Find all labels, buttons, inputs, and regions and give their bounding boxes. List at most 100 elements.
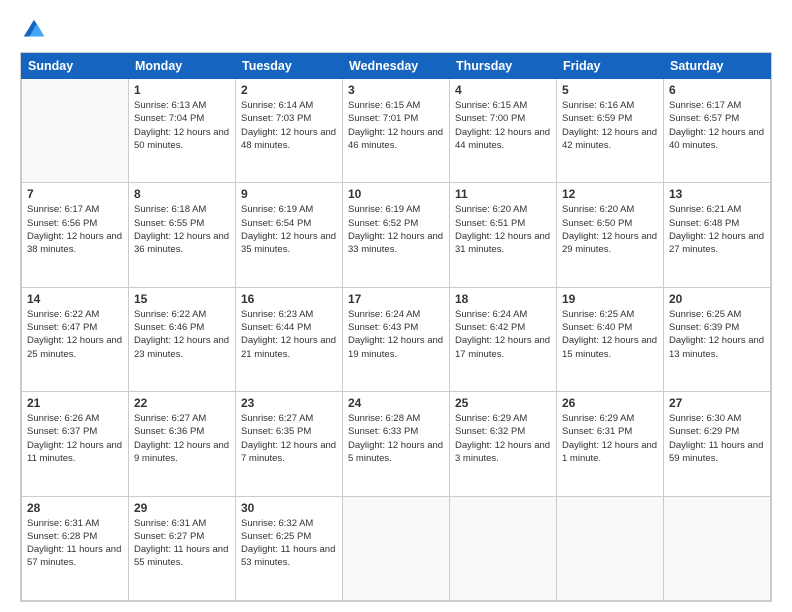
day-info: Sunrise: 6:30 AMSunset: 6:29 PMDaylight:… (669, 412, 765, 465)
day-number: 8 (134, 187, 230, 201)
header (20, 16, 772, 44)
day-info: Sunrise: 6:29 AMSunset: 6:31 PMDaylight:… (562, 412, 658, 465)
day-info: Sunrise: 6:19 AMSunset: 6:54 PMDaylight:… (241, 203, 337, 256)
day-info: Sunrise: 6:15 AMSunset: 7:01 PMDaylight:… (348, 99, 444, 152)
day-info: Sunrise: 6:21 AMSunset: 6:48 PMDaylight:… (669, 203, 765, 256)
calendar-cell: 21 Sunrise: 6:26 AMSunset: 6:37 PMDayligh… (22, 392, 129, 496)
day-number: 20 (669, 292, 765, 306)
day-info: Sunrise: 6:25 AMSunset: 6:40 PMDaylight:… (562, 308, 658, 361)
calendar-cell: 11 Sunrise: 6:20 AMSunset: 6:51 PMDayligh… (450, 183, 557, 287)
calendar-cell (343, 496, 450, 600)
calendar-week-1: 1Sunrise: 6:13 AMSunset: 7:04 PMDaylight… (22, 79, 771, 183)
day-info: Sunrise: 6:17 AMSunset: 6:56 PMDaylight:… (27, 203, 123, 256)
calendar-cell: 3 Sunrise: 6:15 AMSunset: 7:01 PMDaylight… (343, 79, 450, 183)
day-number: 26 (562, 396, 658, 410)
day-info: Sunrise: 6:32 AMSunset: 6:25 PMDaylight:… (241, 517, 337, 570)
calendar-cell: 22 Sunrise: 6:27 AMSunset: 6:36 PMDayligh… (129, 392, 236, 496)
day-info: Sunrise: 6:25 AMSunset: 6:39 PMDaylight:… (669, 308, 765, 361)
day-info: Sunrise: 6:20 AMSunset: 6:50 PMDaylight:… (562, 203, 658, 256)
calendar-header-wednesday: Wednesday (343, 54, 450, 79)
calendar-cell: 5 Sunrise: 6:16 AMSunset: 6:59 PMDaylight… (557, 79, 664, 183)
calendar-week-5: 28 Sunrise: 6:31 AMSunset: 6:28 PMDayligh… (22, 496, 771, 600)
day-number: 18 (455, 292, 551, 306)
day-number: 3 (348, 83, 444, 97)
calendar-cell: 29Sunrise: 6:31 AMSunset: 6:27 PMDayligh… (129, 496, 236, 600)
day-info: Sunrise: 6:18 AMSunset: 6:55 PMDaylight:… (134, 203, 230, 256)
day-number: 4 (455, 83, 551, 97)
day-info: Sunrise: 6:31 AMSunset: 6:27 PMDaylight:… (134, 517, 230, 570)
logo-icon (20, 16, 48, 44)
day-info: Sunrise: 6:16 AMSunset: 6:59 PMDaylight:… (562, 99, 658, 152)
calendar-header-friday: Friday (557, 54, 664, 79)
calendar-week-2: 7 Sunrise: 6:17 AMSunset: 6:56 PMDaylight… (22, 183, 771, 287)
calendar-cell: 18 Sunrise: 6:24 AMSunset: 6:42 PMDayligh… (450, 287, 557, 391)
calendar-cell (450, 496, 557, 600)
calendar-cell: 24 Sunrise: 6:28 AMSunset: 6:33 PMDayligh… (343, 392, 450, 496)
day-info: Sunrise: 6:23 AMSunset: 6:44 PMDaylight:… (241, 308, 337, 361)
calendar-week-3: 14 Sunrise: 6:22 AMSunset: 6:47 PMDayligh… (22, 287, 771, 391)
day-info: Sunrise: 6:24 AMSunset: 6:42 PMDaylight:… (455, 308, 551, 361)
calendar-cell: 27 Sunrise: 6:30 AMSunset: 6:29 PMDayligh… (664, 392, 771, 496)
calendar-cell: 4 Sunrise: 6:15 AMSunset: 7:00 PMDaylight… (450, 79, 557, 183)
calendar-cell: 9 Sunrise: 6:19 AMSunset: 6:54 PMDaylight… (236, 183, 343, 287)
day-info: Sunrise: 6:19 AMSunset: 6:52 PMDaylight:… (348, 203, 444, 256)
day-number: 19 (562, 292, 658, 306)
page: SundayMondayTuesdayWednesdayThursdayFrid… (0, 0, 792, 612)
calendar-cell: 10 Sunrise: 6:19 AMSunset: 6:52 PMDayligh… (343, 183, 450, 287)
calendar-cell: 13 Sunrise: 6:21 AMSunset: 6:48 PMDayligh… (664, 183, 771, 287)
calendar-cell: 14 Sunrise: 6:22 AMSunset: 6:47 PMDayligh… (22, 287, 129, 391)
calendar-header-sunday: Sunday (22, 54, 129, 79)
calendar-cell: 8 Sunrise: 6:18 AMSunset: 6:55 PMDaylight… (129, 183, 236, 287)
day-number: 15 (134, 292, 230, 306)
day-info: Sunrise: 6:22 AMSunset: 6:47 PMDaylight:… (27, 308, 123, 361)
calendar-cell: 26 Sunrise: 6:29 AMSunset: 6:31 PMDayligh… (557, 392, 664, 496)
day-number: 21 (27, 396, 123, 410)
calendar-cell: 28 Sunrise: 6:31 AMSunset: 6:28 PMDayligh… (22, 496, 129, 600)
day-number: 11 (455, 187, 551, 201)
calendar-header-saturday: Saturday (664, 54, 771, 79)
day-number: 30 (241, 501, 337, 515)
day-number: 27 (669, 396, 765, 410)
day-info: Sunrise: 6:22 AMSunset: 6:46 PMDaylight:… (134, 308, 230, 361)
calendar-cell: 23 Sunrise: 6:27 AMSunset: 6:35 PMDayligh… (236, 392, 343, 496)
calendar-header-row: SundayMondayTuesdayWednesdayThursdayFrid… (22, 54, 771, 79)
day-info: Sunrise: 6:15 AMSunset: 7:00 PMDaylight:… (455, 99, 551, 152)
day-number: 24 (348, 396, 444, 410)
day-info: Sunrise: 6:13 AMSunset: 7:04 PMDaylight:… (134, 99, 230, 152)
calendar: SundayMondayTuesdayWednesdayThursdayFrid… (20, 52, 772, 602)
day-info: Sunrise: 6:27 AMSunset: 6:36 PMDaylight:… (134, 412, 230, 465)
calendar-cell: 15 Sunrise: 6:22 AMSunset: 6:46 PMDayligh… (129, 287, 236, 391)
calendar-week-4: 21 Sunrise: 6:26 AMSunset: 6:37 PMDayligh… (22, 392, 771, 496)
day-info: Sunrise: 6:14 AMSunset: 7:03 PMDaylight:… (241, 99, 337, 152)
day-info: Sunrise: 6:24 AMSunset: 6:43 PMDaylight:… (348, 308, 444, 361)
calendar-header-tuesday: Tuesday (236, 54, 343, 79)
day-info: Sunrise: 6:31 AMSunset: 6:28 PMDaylight:… (27, 517, 123, 570)
day-number: 9 (241, 187, 337, 201)
day-info: Sunrise: 6:20 AMSunset: 6:51 PMDaylight:… (455, 203, 551, 256)
day-info: Sunrise: 6:28 AMSunset: 6:33 PMDaylight:… (348, 412, 444, 465)
day-info: Sunrise: 6:17 AMSunset: 6:57 PMDaylight:… (669, 99, 765, 152)
day-number: 6 (669, 83, 765, 97)
calendar-header-thursday: Thursday (450, 54, 557, 79)
day-number: 7 (27, 187, 123, 201)
calendar-cell: 25Sunrise: 6:29 AMSunset: 6:32 PMDayligh… (450, 392, 557, 496)
day-info: Sunrise: 6:29 AMSunset: 6:32 PMDaylight:… (455, 412, 551, 465)
calendar-cell: 7 Sunrise: 6:17 AMSunset: 6:56 PMDaylight… (22, 183, 129, 287)
day-number: 13 (669, 187, 765, 201)
day-number: 5 (562, 83, 658, 97)
day-number: 28 (27, 501, 123, 515)
day-info: Sunrise: 6:26 AMSunset: 6:37 PMDaylight:… (27, 412, 123, 465)
calendar-cell: 20 Sunrise: 6:25 AMSunset: 6:39 PMDayligh… (664, 287, 771, 391)
day-number: 22 (134, 396, 230, 410)
day-info: Sunrise: 6:27 AMSunset: 6:35 PMDaylight:… (241, 412, 337, 465)
calendar-cell: 16 Sunrise: 6:23 AMSunset: 6:44 PMDayligh… (236, 287, 343, 391)
calendar-cell: 19 Sunrise: 6:25 AMSunset: 6:40 PMDayligh… (557, 287, 664, 391)
logo (20, 16, 52, 44)
day-number: 10 (348, 187, 444, 201)
day-number: 14 (27, 292, 123, 306)
calendar-cell (22, 79, 129, 183)
calendar-cell (557, 496, 664, 600)
day-number: 23 (241, 396, 337, 410)
day-number: 17 (348, 292, 444, 306)
day-number: 16 (241, 292, 337, 306)
